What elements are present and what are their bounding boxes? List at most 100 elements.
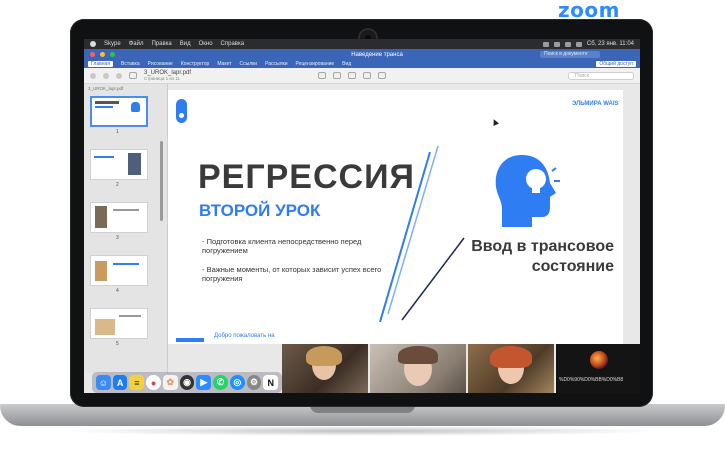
thumb-photo (128, 153, 141, 175)
maximize-icon[interactable] (116, 72, 122, 79)
maximize-icon[interactable] (110, 52, 115, 57)
thumb-head-icon (131, 102, 140, 112)
participant-hair (306, 346, 342, 366)
slide-author: ЭЛЬМИРА WAIS (572, 101, 619, 107)
notes-icon[interactable]: ≡ (129, 375, 145, 390)
preview-page-info: Страница 1 из 11 (144, 76, 180, 81)
page-number: 3 (116, 235, 119, 241)
ribbon-tab-draw[interactable]: Рисование (148, 61, 173, 67)
menu-view[interactable]: Вид (180, 41, 191, 47)
notion-icon[interactable]: N (263, 375, 279, 390)
mac-menubar: Skype Файл Правка Вид Окно Справка Сб, 2… (84, 39, 640, 49)
ribbon-tab-mailings[interactable]: Рассылки (265, 61, 287, 67)
avatar (590, 351, 608, 369)
thumb-photo (95, 319, 115, 335)
page-thumbnail[interactable] (90, 202, 148, 233)
toggle-graphic (176, 99, 187, 123)
zoom-icon[interactable]: ▶ (196, 375, 212, 390)
menu-edit[interactable]: Правка (151, 41, 171, 47)
page-number: 4 (116, 288, 119, 294)
zoom-in-icon[interactable] (333, 72, 342, 79)
preview-toolbar: 3_UROK_lapr.pdf Страница 1 из 11 Поиск (84, 68, 640, 84)
sidebar-file-label: 3_UROK_lapr.pdf (88, 86, 124, 91)
page-number: 1 (116, 129, 119, 135)
close-icon[interactable] (90, 52, 95, 57)
finder-icon[interactable]: ☺ (96, 375, 111, 390)
minimize-icon[interactable] (103, 72, 109, 79)
stage: zoom Skype Файл Правка Вид Окно Справка … (0, 0, 725, 452)
ribbon-tab-design[interactable]: Конструктор (181, 61, 210, 67)
page-thumbnail[interactable] (90, 149, 148, 180)
video-tile[interactable] (370, 344, 466, 393)
page-thumbnail[interactable] (90, 255, 148, 286)
page-thumbnail[interactable] (90, 308, 148, 339)
ribbon-tab-view[interactable]: Вид (342, 61, 351, 67)
next-page-caption: Добро пожаловать на (214, 333, 275, 339)
thumb-subtitle (95, 106, 113, 108)
menu-help[interactable]: Справка (221, 41, 245, 47)
share-button[interactable]: Общий доступ (596, 61, 636, 67)
slide-heading: Ввод в трансовое состояние (446, 237, 614, 277)
preview-file-info: 3_UROK_lapr.pdf Страница 1 из 11 (144, 70, 191, 81)
ribbon-tab-home[interactable]: Главная (88, 61, 114, 67)
share-icon[interactable] (348, 72, 357, 79)
slide-heading-line: состояние (531, 258, 614, 275)
decor-lines (379, 145, 465, 322)
apple-icon[interactable] (90, 41, 96, 47)
screen: Skype Файл Правка Вид Окно Справка Сб, 2… (84, 39, 640, 393)
ribbon-tab-references[interactable]: Ссылки (239, 61, 257, 67)
menu-app[interactable]: Skype (104, 41, 121, 47)
menu-file[interactable]: Файл (129, 41, 144, 47)
ribbon-tab-layout[interactable]: Макет (217, 61, 231, 67)
page-thumbnail[interactable] (90, 96, 148, 127)
slide-heading-line: Ввод в трансовое (471, 238, 614, 255)
word-ribbon: Главная Вставка Рисование Конструктор Ма… (84, 60, 640, 68)
thumb-line (113, 209, 139, 211)
next-page-bar (176, 338, 204, 342)
menu-window[interactable]: Окно (199, 41, 213, 47)
decor-line-light (387, 145, 439, 315)
participant-hair (398, 346, 438, 364)
minimize-icon[interactable] (100, 52, 105, 57)
mouse-cursor-icon (491, 118, 499, 126)
zoom-out-icon[interactable] (318, 72, 327, 79)
battery-icon[interactable] (575, 41, 582, 47)
status-icon[interactable] (553, 41, 560, 47)
video-tile[interactable]: %D0%90%D0%BB%D0%B8 (556, 344, 640, 393)
rotate-icon[interactable] (378, 72, 387, 79)
word-search-input[interactable]: Поиск в документе (540, 51, 600, 58)
page-number: 2 (116, 182, 119, 188)
preview-search-input[interactable]: Поиск (568, 71, 634, 80)
ribbon-tab-review[interactable]: Рецензирование (296, 61, 335, 67)
participant-hair (490, 346, 532, 368)
photos-icon[interactable]: ✿ (162, 375, 178, 390)
thumb-line (119, 315, 141, 317)
mac-dock: ☺ A ≡ ● ✿ ◉ ▶ ✆ ◎ ⚙ N (92, 372, 282, 393)
obs-icon[interactable]: ◉ (179, 375, 195, 390)
thumb-photo (95, 206, 107, 228)
safari-icon[interactable]: ◎ (229, 375, 245, 390)
ribbon-tab-insert[interactable]: Вставка (121, 61, 140, 67)
app-store-icon[interactable]: A (112, 375, 128, 390)
wifi-icon[interactable] (564, 41, 571, 47)
menubar-status: Сб, 23 янв. 11:04 (542, 41, 634, 47)
word-titlebar: Наведение транса Поиск в документе (84, 49, 640, 60)
video-tile[interactable] (468, 344, 554, 393)
thumb-line (94, 156, 114, 158)
settings-icon[interactable]: ⚙ (246, 375, 262, 390)
laptop-shadow (60, 426, 665, 436)
sidebar-toggle-icon[interactable] (129, 72, 137, 79)
chrome-icon[interactable]: ● (146, 375, 161, 390)
thumb-title (95, 101, 119, 104)
slide-subtitle: ВТОРОЙ УРОК (199, 201, 321, 220)
sidebar-scrollbar[interactable] (160, 141, 163, 221)
markup-icon[interactable] (363, 72, 372, 79)
thumb-photo (95, 261, 107, 281)
status-icon[interactable] (542, 41, 549, 47)
whatsapp-icon[interactable]: ✆ (213, 375, 228, 390)
close-icon[interactable] (90, 72, 96, 79)
clock[interactable]: Сб, 23 янв. 11:04 (587, 41, 634, 47)
video-tile[interactable] (282, 344, 368, 393)
slide-bullet: - Подготовка клиента непосредственно пер… (202, 237, 362, 255)
thumb-line (113, 263, 139, 265)
